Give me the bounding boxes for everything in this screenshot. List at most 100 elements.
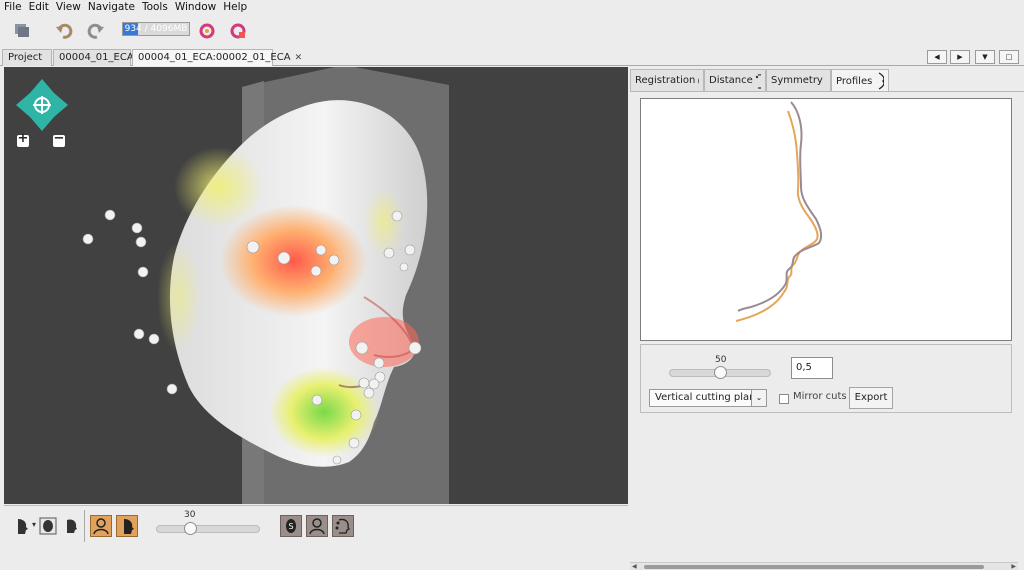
tab-distance[interactable]: Distance [704,69,766,91]
chevron-down-icon[interactable]: ⌄ [751,389,767,407]
arrow-down-icon[interactable] [30,117,54,131]
profiler-icon [230,23,246,39]
profile-plot [640,98,1012,341]
profiler-button[interactable] [227,20,249,42]
tab-project-label: Project [8,52,43,63]
horizontal-scrollbar[interactable]: ◀ ▶ [630,562,1018,570]
cut-offset-input[interactable]: 0,5 [791,357,833,379]
restore-icon: □ [1005,53,1013,61]
tab-doc-1-label: 00004_01_ECA [59,52,134,63]
tab-symmetry-label: Symmetry [771,75,823,86]
3d-viewport[interactable]: + − [4,67,628,504]
person-icon [93,518,109,535]
tab-doc-2[interactable]: 00004_01_ECA:00002_01_ECA ✕ [132,49,302,66]
symmetry-icon [825,73,826,89]
arrow-up-icon[interactable] [30,79,54,93]
arrow-left-icon[interactable] [16,93,30,117]
export-button[interactable]: Export [849,387,893,409]
redo-button[interactable] [85,20,107,42]
primary-face-button[interactable] [90,515,112,537]
tab-registration-label: Registration [635,75,696,86]
tab-profiles[interactable]: Profiles [831,69,889,92]
toolbar: 934 / 4096MB [0,14,1024,48]
profile-curves [735,101,823,322]
mirror-cuts-label: Mirror cuts [793,391,847,402]
menu-edit[interactable]: Edit [25,1,52,13]
tab-registration[interactable]: Registration [630,69,704,91]
head-side-icon [67,519,77,533]
chevron-left-icon: ◀ [934,53,940,61]
menu-help[interactable]: Help [219,1,250,13]
chevron-right-icon: ▶ [957,53,963,61]
save-all-icon [15,24,29,37]
zoom-out-button[interactable]: − [53,132,65,145]
menu-bar: File Edit View Navigate Tools Window Hel… [0,0,1024,14]
person-view-button[interactable] [306,515,328,537]
scroll-left-icon[interactable]: ◀ [632,563,637,570]
distance-icon [755,73,761,89]
landmarks-view-button[interactable] [332,515,354,537]
symmetry-icon: S [286,519,296,533]
panel-tabs: Registration Distance Symmetry Profiles [630,67,1024,92]
profile-curve-icon [878,72,884,90]
arrow-right-icon[interactable] [54,93,68,117]
slider-thumb[interactable] [713,366,727,379]
profile-controls: 50 0,5 Vertical cutting plane ⌄ Mirror c… [640,344,1012,413]
document-tabs: Project 00004_01_ECA✕ 00004_01_ECA:00002… [0,48,1024,66]
save-all-button[interactable] [11,20,33,42]
mirror-cuts-checkbox[interactable] [779,394,789,404]
render-mode-dropdown[interactable]: ▾ [32,520,36,529]
memory-indicator[interactable]: 934 / 4096MB [122,22,190,36]
analysis-panel: Registration Distance Symmetry Profiles … [630,67,1024,570]
zoom-in-button[interactable]: + [17,132,29,145]
redo-icon [87,23,104,39]
close-icon[interactable]: ✕ [295,53,303,63]
tab-distance-label: Distance [709,75,753,86]
tab-symmetry[interactable]: Symmetry [766,69,831,91]
memory-label: 934 / 4096MB [124,24,188,34]
scene-render [82,67,449,504]
scroll-thumb[interactable] [644,565,984,569]
tabs-next-button[interactable]: ▶ [950,50,970,64]
render-mode-button[interactable] [10,515,32,537]
person-icon [309,518,325,535]
gc-icon [199,23,215,39]
profile-curve-primary [737,101,823,312]
viewport-toolbar: ▾ 30 S [4,505,628,545]
profiles-content: 50 0,5 Vertical cutting plane ⌄ Mirror c… [630,91,1024,570]
shading-button[interactable] [60,515,82,537]
secondary-face-button[interactable] [116,515,138,537]
cut-position-slider[interactable] [669,366,771,379]
head-profile-icon [124,519,134,534]
symmetry-view-button[interactable]: S [280,515,302,537]
slider-thumb[interactable] [183,522,197,535]
menu-window[interactable]: Window [171,1,219,13]
divider [84,510,85,542]
head-silhouette-icon [39,517,57,535]
tab-doc-2-label: 00004_01_ECA:00002_01_ECA [138,52,291,63]
garbage-collect-button[interactable] [196,20,218,42]
svg-text:S: S [288,522,293,531]
tab-doc-1[interactable]: 00004_01_ECA✕ [53,49,145,66]
wireframe-button[interactable] [37,515,59,537]
menu-file[interactable]: File [0,1,25,13]
restore-window-button[interactable]: □ [999,50,1019,64]
opacity-value: 30 [184,510,196,520]
undo-button[interactable] [53,20,75,42]
menu-tools[interactable]: Tools [138,1,171,13]
menu-navigate[interactable]: Navigate [84,1,138,13]
toggle-icon [698,77,699,84]
cutting-plane-select[interactable]: Vertical cutting plane [649,389,767,407]
navigation-control[interactable] [14,77,74,161]
tab-profiles-label: Profiles [836,75,873,87]
chevron-down-icon: ▼ [982,53,988,61]
scroll-right-icon[interactable]: ▶ [1011,563,1016,570]
profile-curve-secondary [735,110,819,322]
tabs-prev-button[interactable]: ◀ [927,50,947,64]
tabs-list-button[interactable]: ▼ [975,50,995,64]
opacity-slider[interactable] [156,522,260,535]
cut-position-value: 50 [715,355,727,365]
tab-project[interactable]: Project [2,49,52,66]
undo-icon [56,23,73,39]
menu-view[interactable]: View [52,1,84,13]
